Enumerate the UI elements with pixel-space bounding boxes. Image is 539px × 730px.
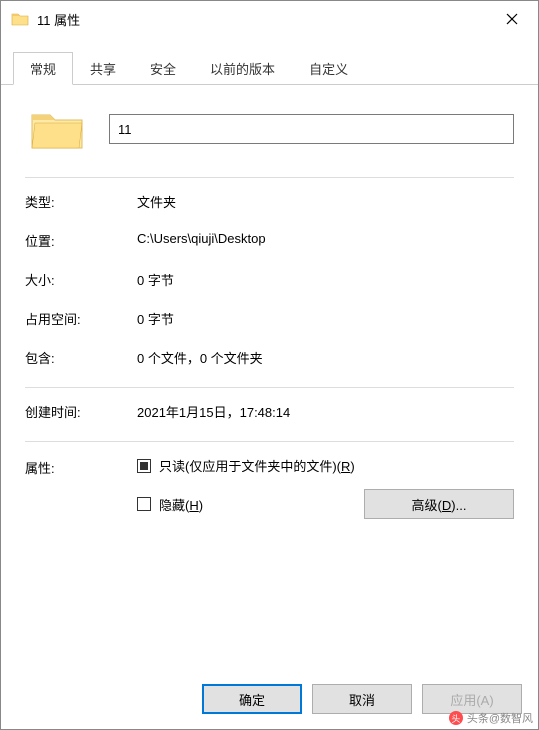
size-label: 大小: bbox=[25, 270, 137, 289]
watermark: 头 头条@数智风 bbox=[449, 710, 533, 726]
tab-sharing[interactable]: 共享 bbox=[73, 52, 133, 85]
folder-name-input[interactable] bbox=[109, 114, 514, 144]
folder-large-icon bbox=[29, 105, 85, 153]
tab-security[interactable]: 安全 bbox=[133, 52, 193, 85]
contains-label: 包含: bbox=[25, 348, 137, 367]
close-button[interactable] bbox=[490, 4, 534, 34]
advanced-button-label: 高级(D)... bbox=[412, 498, 467, 513]
created-value: 2021年1月15日，17:48:14 bbox=[137, 402, 514, 421]
hidden-label[interactable]: 隐藏(H) bbox=[159, 495, 203, 514]
cancel-button[interactable]: 取消 bbox=[312, 684, 412, 714]
created-label: 创建时间: bbox=[25, 402, 137, 421]
location-label: 位置: bbox=[25, 231, 137, 250]
contains-value: 0 个文件，0 个文件夹 bbox=[137, 348, 514, 367]
tab-general[interactable]: 常规 bbox=[13, 52, 73, 85]
properties-dialog: 11 属性 常规 共享 安全 以前的版本 自定义 bbox=[0, 0, 539, 730]
hidden-checkbox[interactable] bbox=[137, 497, 151, 511]
size-on-disk-label: 占用空间: bbox=[25, 309, 137, 328]
tab-customize[interactable]: 自定义 bbox=[292, 52, 365, 85]
titlebar: 11 属性 bbox=[1, 1, 538, 37]
attributes-label: 属性: bbox=[25, 456, 137, 519]
tab-previous-versions[interactable]: 以前的版本 bbox=[193, 52, 292, 85]
location-value: C:\Users\qiuji\Desktop bbox=[137, 231, 514, 250]
readonly-checkbox[interactable] bbox=[137, 459, 151, 473]
tab-strip: 常规 共享 安全 以前的版本 自定义 bbox=[1, 51, 538, 85]
tab-panel-general: 类型: 文件夹 位置: C:\Users\qiuji\Desktop 大小: 0… bbox=[1, 85, 538, 669]
watermark-icon: 头 bbox=[449, 711, 463, 725]
ok-button[interactable]: 确定 bbox=[202, 684, 302, 714]
type-label: 类型: bbox=[25, 192, 137, 211]
close-icon bbox=[506, 13, 518, 25]
type-value: 文件夹 bbox=[137, 192, 514, 211]
readonly-label[interactable]: 只读(仅应用于文件夹中的文件)(R) bbox=[159, 456, 355, 475]
watermark-text: 头条@数智风 bbox=[467, 710, 533, 726]
folder-icon bbox=[11, 10, 29, 28]
advanced-button[interactable]: 高级(D)... bbox=[364, 489, 514, 519]
window-title: 11 属性 bbox=[37, 10, 490, 29]
size-on-disk-value: 0 字节 bbox=[137, 309, 514, 328]
size-value: 0 字节 bbox=[137, 270, 514, 289]
